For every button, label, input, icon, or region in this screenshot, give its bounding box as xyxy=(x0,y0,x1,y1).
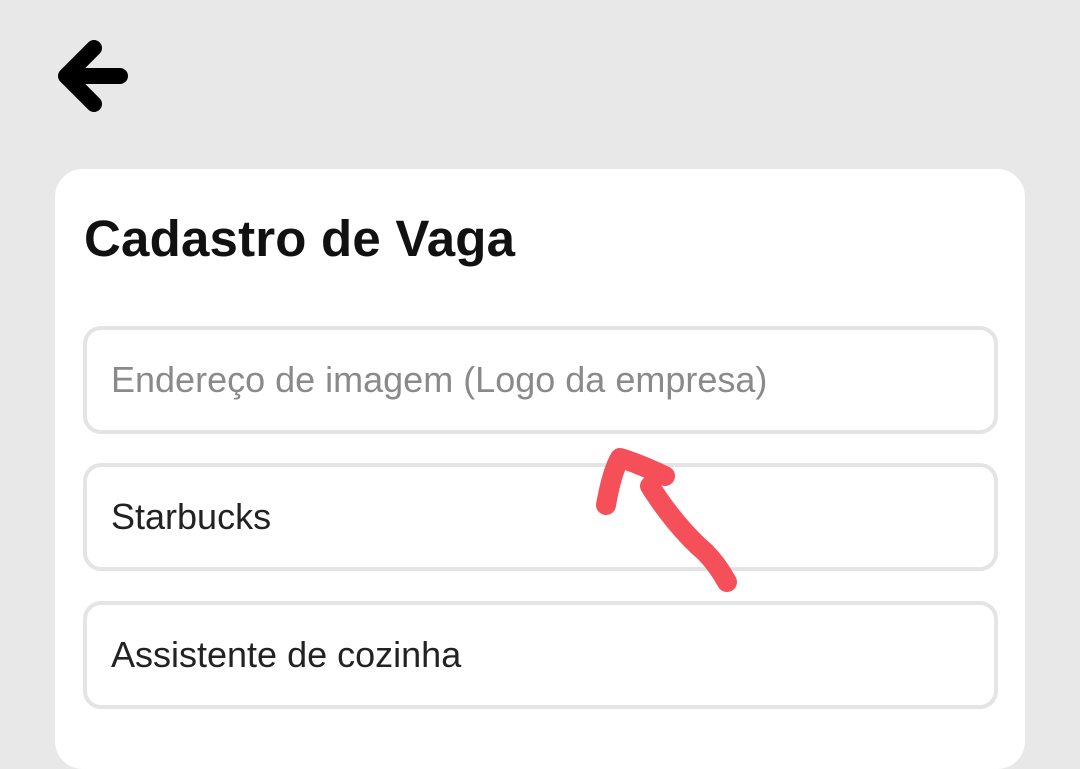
company-name-input[interactable] xyxy=(111,496,994,538)
job-title-field[interactable] xyxy=(83,601,998,709)
job-form-card: Cadastro de Vaga xyxy=(55,169,1025,769)
logo-url-field[interactable] xyxy=(83,326,998,434)
back-button[interactable] xyxy=(54,36,130,116)
logo-url-input[interactable] xyxy=(111,359,994,401)
company-name-field[interactable] xyxy=(83,463,998,571)
job-title-input[interactable] xyxy=(111,634,994,676)
page-title: Cadastro de Vaga xyxy=(84,210,516,267)
arrow-left-icon xyxy=(58,40,128,112)
